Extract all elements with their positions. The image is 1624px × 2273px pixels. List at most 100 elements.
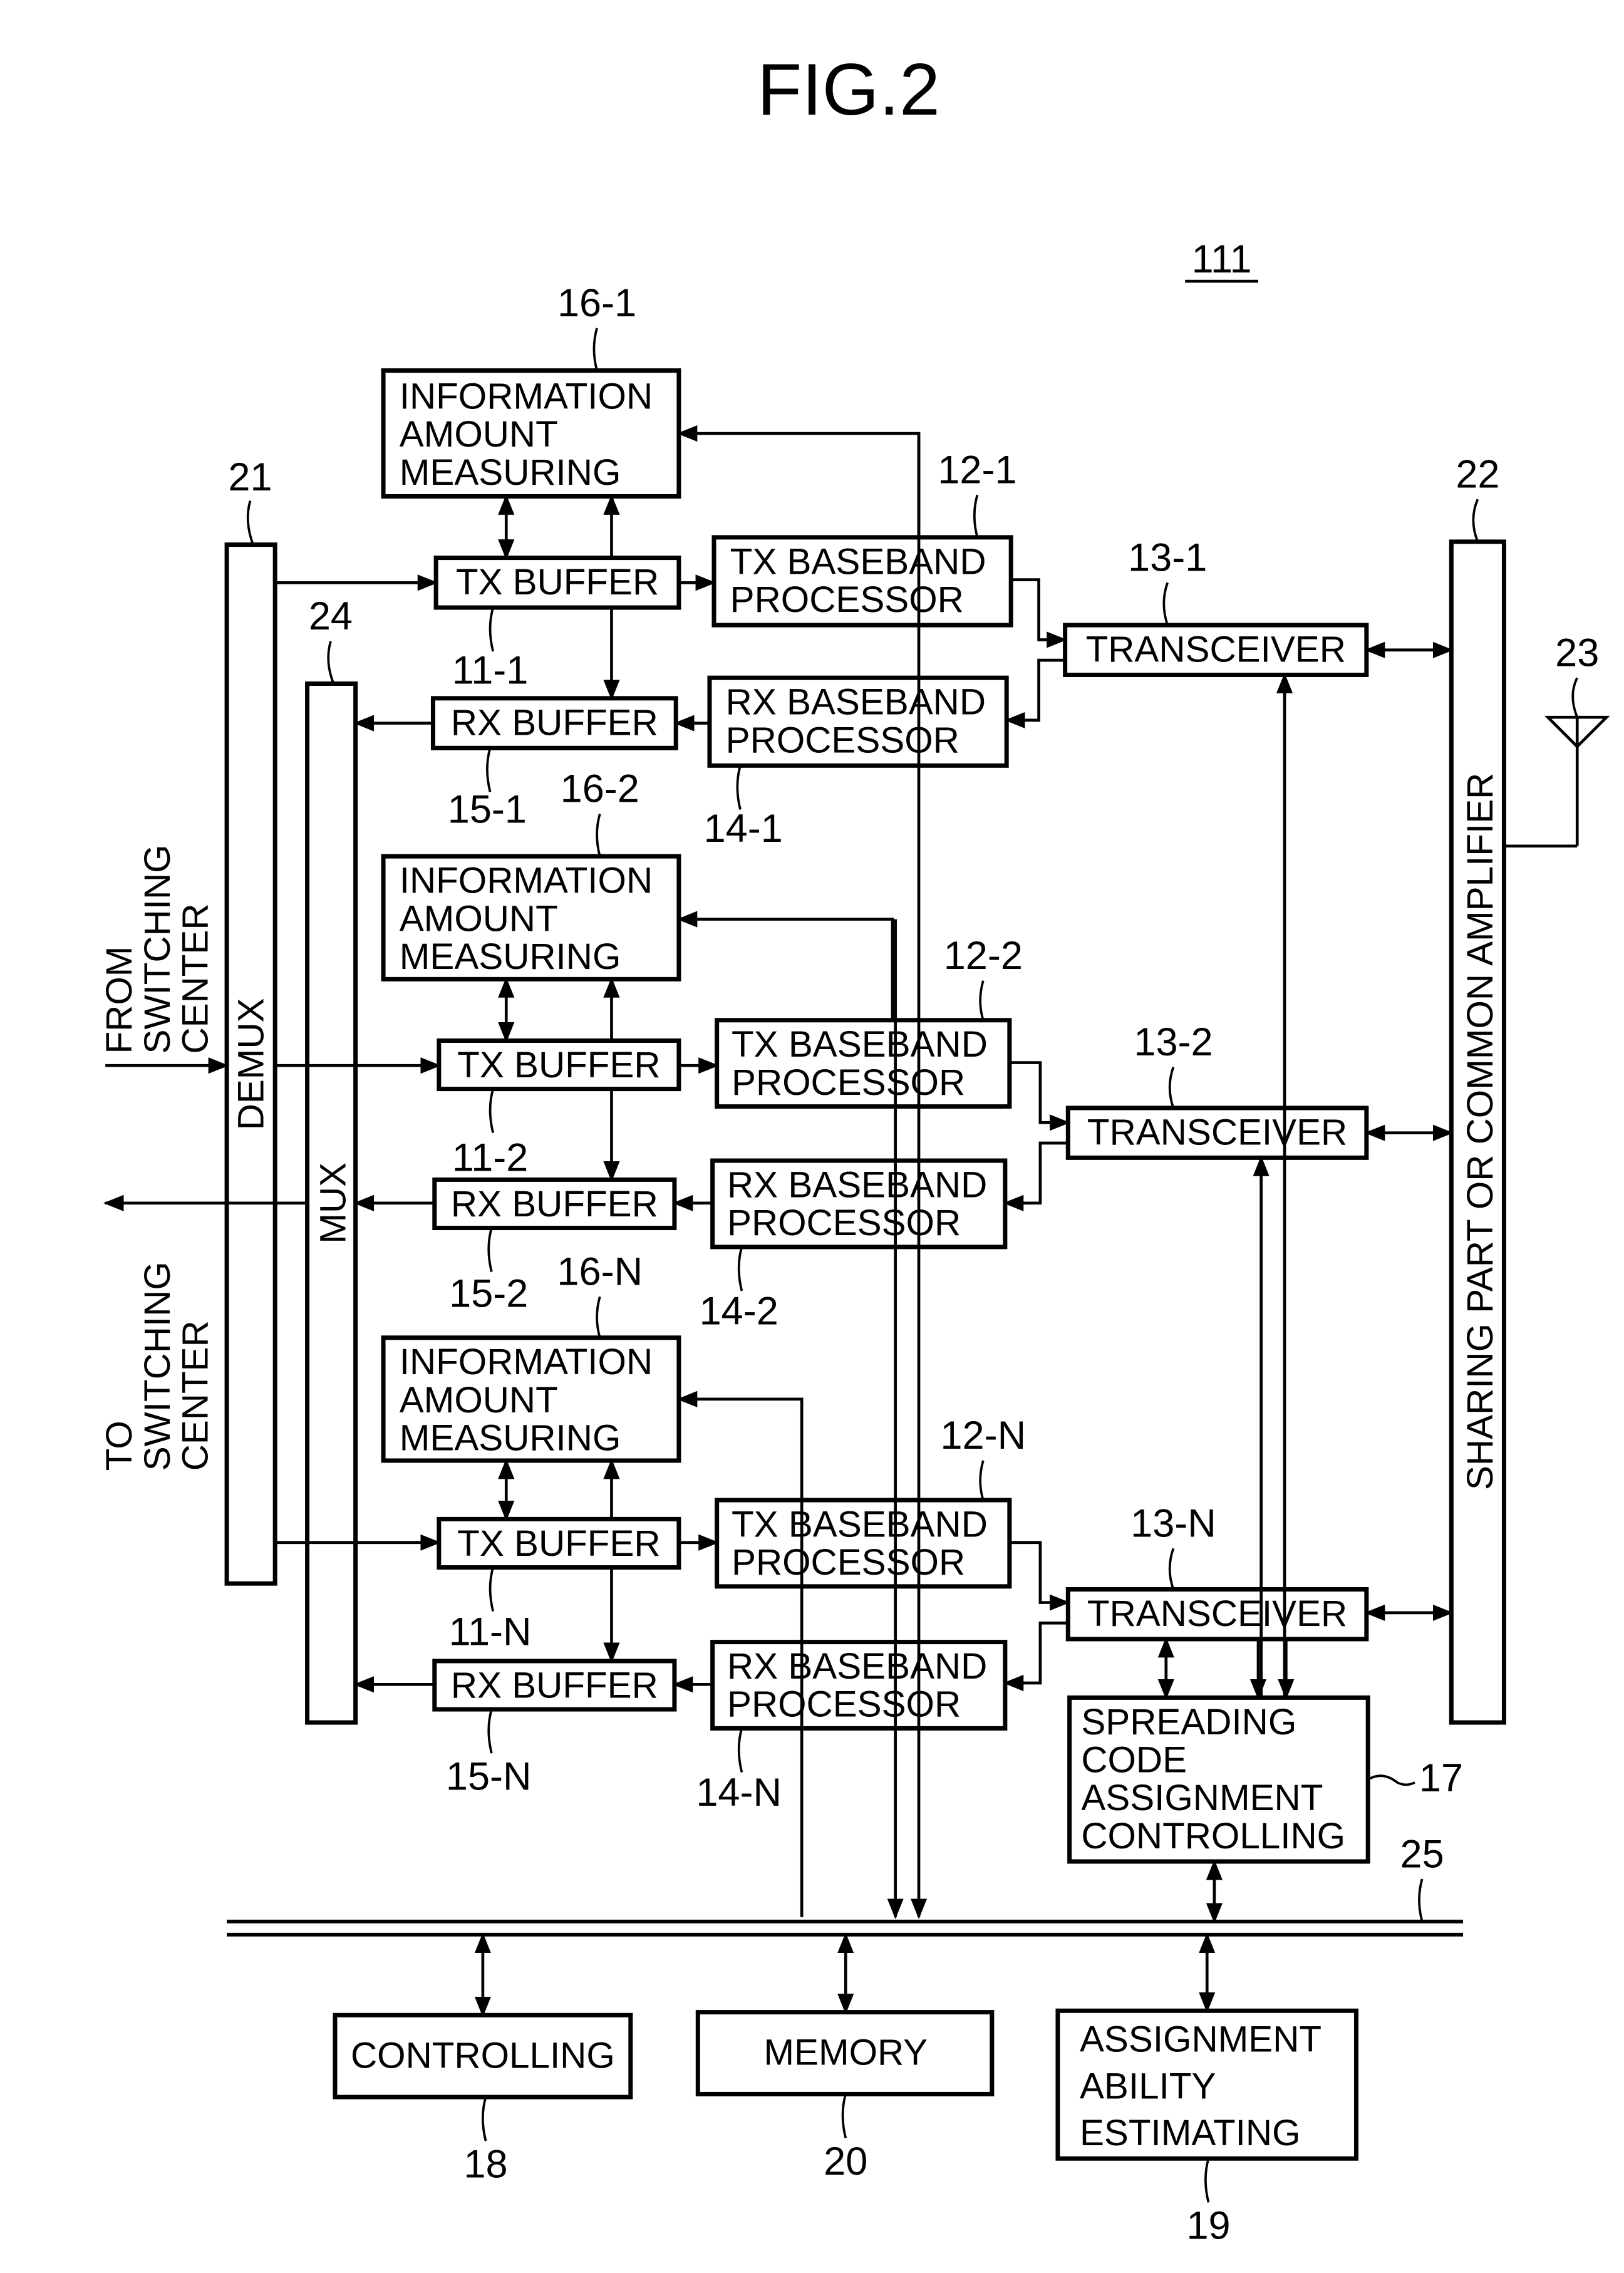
device-ref-label: 111 bbox=[1192, 237, 1252, 281]
leader-16-2 bbox=[596, 813, 601, 857]
tx-baseband-label: TX BASEBAND bbox=[730, 541, 986, 582]
spreading-code-text: CONTROLLING bbox=[1081, 1816, 1345, 1856]
ref-16-2: 16-2 bbox=[561, 767, 639, 811]
leader-14-2 bbox=[737, 1246, 743, 1292]
ref-17: 17 bbox=[1419, 1756, 1463, 1800]
tx-buffer-label: TX BUFFER bbox=[456, 562, 659, 603]
ref-12-1: 12-1 bbox=[938, 448, 1016, 492]
bus-to-info-2 bbox=[676, 911, 894, 1020]
info-measuring-text: INFORMATION bbox=[400, 1342, 653, 1382]
ref-24: 24 bbox=[309, 594, 353, 638]
demux-label: DEMUX bbox=[230, 998, 271, 1130]
memory-label: MEMORY bbox=[763, 2032, 928, 2073]
tx-baseband-label: PROCESSOR bbox=[732, 1542, 965, 1583]
info-measuring-text: INFORMATION bbox=[400, 861, 653, 901]
ref-11-n: 11-N bbox=[449, 1610, 532, 1654]
tx-baseband-label: PROCESSOR bbox=[730, 579, 964, 620]
spreading-code-text: ASSIGNMENT bbox=[1081, 1778, 1323, 1818]
from-switching-center-label: FROM SWITCHING CENTER bbox=[99, 844, 215, 1054]
ref-14-n: 14-N bbox=[696, 1771, 782, 1815]
assignment-ability-text: ABILITY bbox=[1080, 2066, 1216, 2106]
rx-baseband-label: RX BASEBAND bbox=[727, 1646, 987, 1687]
ref-16-1: 16-1 bbox=[557, 281, 636, 325]
rx-baseband-label: PROCESSOR bbox=[727, 1203, 961, 1243]
leader-21 bbox=[246, 500, 254, 546]
rx-baseband-label: PROCESSOR bbox=[726, 720, 959, 760]
spreading-code-text: SPREADING bbox=[1081, 1702, 1296, 1742]
transceiver-label: TRANSCEIVER bbox=[1086, 629, 1346, 670]
tx-baseband-label: PROCESSOR bbox=[732, 1062, 965, 1103]
rx-buffer-label: RX BUFFER bbox=[451, 1665, 658, 1706]
leader-24 bbox=[327, 641, 335, 685]
txbb-to-transceiver-n bbox=[1009, 1541, 1070, 1611]
svg-text:CENTER: CENTER bbox=[175, 1320, 216, 1471]
svg-text:SWITCHING: SWITCHING bbox=[137, 844, 178, 1054]
info-measuring-text: AMOUNT bbox=[400, 1380, 558, 1421]
info-measuring-text: INFORMATION bbox=[400, 376, 653, 417]
to-switching-center-label: TO SWITCHING CENTER bbox=[99, 1261, 215, 1471]
tx-baseband-label: TX BASEBAND bbox=[732, 1024, 988, 1065]
ref-14-2: 14-2 bbox=[700, 1290, 778, 1333]
ref-11-2: 11-2 bbox=[452, 1136, 529, 1179]
svg-text:CENTER: CENTER bbox=[175, 903, 216, 1054]
leader-15-1 bbox=[486, 747, 492, 792]
ref-25: 25 bbox=[1400, 1832, 1444, 1876]
info-measuring-text: MEASURING bbox=[400, 936, 621, 977]
leader-25 bbox=[1418, 1878, 1424, 1922]
rx-baseband-label: RX BASEBAND bbox=[726, 682, 986, 723]
ref-12-2: 12-2 bbox=[944, 934, 1023, 978]
info-measuring-text: MEASURING bbox=[400, 452, 621, 493]
ref-12-n: 12-N bbox=[940, 1414, 1026, 1458]
controlling-label: CONTROLLING bbox=[351, 2035, 615, 2076]
ref-15-1: 15-1 bbox=[448, 787, 527, 831]
tx-buffer-label: TX BUFFER bbox=[457, 1523, 660, 1564]
leader-16-1 bbox=[592, 328, 598, 371]
leader-18 bbox=[482, 2096, 487, 2141]
leader-17 bbox=[1367, 1774, 1415, 1786]
leader-20 bbox=[841, 2093, 847, 2138]
svg-text:SWITCHING: SWITCHING bbox=[137, 1261, 178, 1471]
spreading-code-text: CODE bbox=[1081, 1740, 1187, 1781]
leader-12-n bbox=[979, 1460, 985, 1501]
txbb-to-transceiver-1 bbox=[1011, 578, 1067, 648]
txbb-to-transceiver-2 bbox=[1009, 1061, 1070, 1131]
svg-text:TO: TO bbox=[99, 1421, 140, 1471]
ref-19: 19 bbox=[1186, 2204, 1230, 2248]
rx-buffer-label: RX BUFFER bbox=[451, 1184, 658, 1225]
ref-23: 23 bbox=[1555, 631, 1599, 675]
leader-22 bbox=[1472, 499, 1479, 542]
leader-23 bbox=[1571, 677, 1578, 718]
leader-13-2 bbox=[1168, 1066, 1175, 1109]
rx-baseband-label: RX BASEBAND bbox=[727, 1164, 987, 1205]
leader-14-1 bbox=[736, 765, 742, 810]
ref-22: 22 bbox=[1456, 452, 1499, 496]
ref-13-n: 13-N bbox=[1130, 1501, 1216, 1545]
ref-20: 20 bbox=[824, 2140, 867, 2183]
bus-to-info-1 bbox=[676, 425, 921, 537]
leader-12-2 bbox=[979, 980, 985, 1021]
channel-group-2: INFORMATION AMOUNT MEASURING 16-2 TX BUF… bbox=[275, 767, 1454, 1333]
leader-14-n bbox=[737, 1727, 743, 1773]
transceiver-label: TRANSCEIVER bbox=[1087, 1112, 1347, 1152]
leader-19 bbox=[1204, 2158, 1210, 2203]
ref-15-n: 15-N bbox=[446, 1755, 532, 1799]
transceiver-label: TRANSCEIVER bbox=[1087, 1593, 1347, 1634]
leader-13-1 bbox=[1162, 582, 1169, 626]
leader-13-n bbox=[1168, 1548, 1175, 1590]
tx-buffer-label: TX BUFFER bbox=[457, 1045, 660, 1085]
ref-21: 21 bbox=[228, 455, 272, 499]
leader-12-1 bbox=[973, 494, 979, 538]
sharing-part-label: SHARING PART OR COMMON AMPLIFIER bbox=[1460, 773, 1501, 1490]
mux-label: MUX bbox=[313, 1162, 353, 1244]
leader-16-n bbox=[596, 1296, 601, 1338]
ref-13-1: 13-1 bbox=[1128, 536, 1207, 580]
leader-11-n bbox=[489, 1566, 495, 1612]
leader-11-2 bbox=[489, 1089, 495, 1134]
leader-15-n bbox=[487, 1709, 493, 1754]
ref-14-1: 14-1 bbox=[704, 807, 783, 851]
ref-18: 18 bbox=[463, 2143, 507, 2187]
ref-11-1: 11-1 bbox=[452, 648, 529, 692]
transceiver-to-rxbb-1 bbox=[1004, 658, 1065, 728]
leader-15-2 bbox=[487, 1227, 493, 1273]
info-measuring-text: AMOUNT bbox=[400, 898, 558, 939]
